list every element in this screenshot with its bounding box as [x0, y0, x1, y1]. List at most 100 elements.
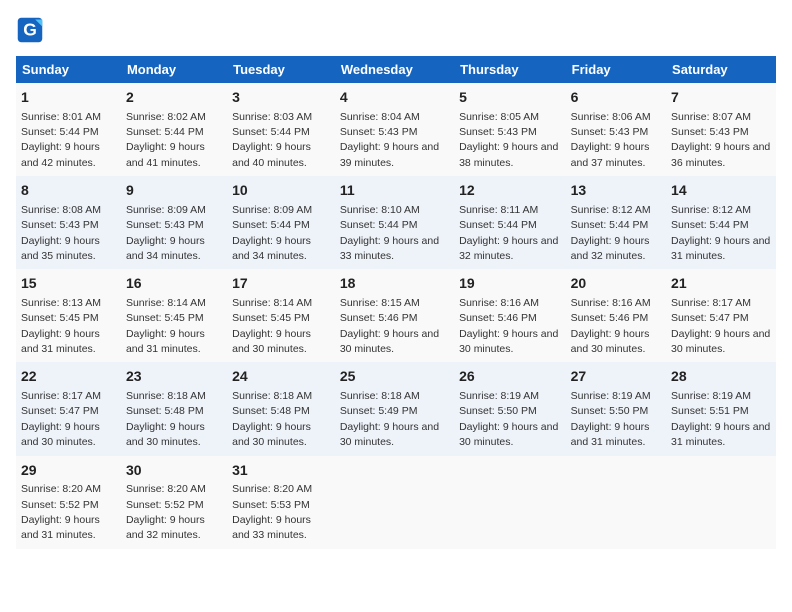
day-cell: 18Sunrise: 8:15 AM Sunset: 5:46 PM Dayli…: [335, 269, 454, 362]
day-number: 28: [671, 367, 771, 387]
day-info: Sunrise: 8:01 AM Sunset: 5:44 PM Dayligh…: [21, 111, 101, 169]
week-row-2: 8 Sunrise: 8:08 AM Sunset: 5:43 PM Daylig…: [16, 176, 776, 269]
day-info: Sunrise: 8:18 AM Sunset: 5:48 PM Dayligh…: [126, 390, 206, 448]
logo: G: [16, 16, 48, 44]
day-info: Sunrise: 8:05 AM Sunset: 5:43 PM Dayligh…: [459, 111, 558, 169]
day-info: Sunrise: 8:18 AM Sunset: 5:49 PM Dayligh…: [340, 390, 439, 448]
day-number: 29: [21, 461, 116, 481]
header-row: SundayMondayTuesdayWednesdayThursdayFrid…: [16, 56, 776, 83]
day-cell: 6 Sunrise: 8:06 AM Sunset: 5:43 PM Daylig…: [566, 83, 666, 176]
day-info: Sunrise: 8:02 AM Sunset: 5:44 PM Dayligh…: [126, 111, 206, 169]
day-cell: 5 Sunrise: 8:05 AM Sunset: 5:43 PM Daylig…: [454, 83, 566, 176]
day-number: 17: [232, 274, 330, 294]
day-number: 19: [459, 274, 561, 294]
day-info: Sunrise: 8:20 AM Sunset: 5:52 PM Dayligh…: [126, 483, 206, 541]
day-number: 3: [232, 88, 330, 108]
day-cell: 9 Sunrise: 8:09 AM Sunset: 5:43 PM Daylig…: [121, 176, 227, 269]
day-number: 24: [232, 367, 330, 387]
calendar-table: SundayMondayTuesdayWednesdayThursdayFrid…: [16, 56, 776, 549]
day-info: Sunrise: 8:19 AM Sunset: 5:50 PM Dayligh…: [459, 390, 558, 448]
day-number: 5: [459, 88, 561, 108]
day-cell: 11 Sunrise: 8:10 AM Sunset: 5:44 PM Dayli…: [335, 176, 454, 269]
day-info: Sunrise: 8:14 AM Sunset: 5:45 PM Dayligh…: [126, 297, 206, 355]
day-cell: 27 Sunrise: 8:19 AM Sunset: 5:50 PM Dayli…: [566, 362, 666, 455]
day-number: 30: [126, 461, 222, 481]
col-header-thursday: Thursday: [454, 56, 566, 83]
day-number: 1: [21, 88, 116, 108]
day-number: 2: [126, 88, 222, 108]
logo-icon: G: [16, 16, 44, 44]
day-cell: 31Sunrise: 8:20 AM Sunset: 5:53 PM Dayli…: [227, 456, 335, 549]
week-row-3: 15Sunrise: 8:13 AM Sunset: 5:45 PM Dayli…: [16, 269, 776, 362]
day-info: Sunrise: 8:20 AM Sunset: 5:52 PM Dayligh…: [21, 483, 101, 541]
day-number: 23: [126, 367, 222, 387]
day-info: Sunrise: 8:20 AM Sunset: 5:53 PM Dayligh…: [232, 483, 312, 541]
day-cell: [335, 456, 454, 549]
day-number: 26: [459, 367, 561, 387]
day-cell: 2 Sunrise: 8:02 AM Sunset: 5:44 PM Daylig…: [121, 83, 227, 176]
col-header-friday: Friday: [566, 56, 666, 83]
day-info: Sunrise: 8:16 AM Sunset: 5:46 PM Dayligh…: [459, 297, 558, 355]
day-cell: [566, 456, 666, 549]
day-cell: 22Sunrise: 8:17 AM Sunset: 5:47 PM Dayli…: [16, 362, 121, 455]
day-info: Sunrise: 8:06 AM Sunset: 5:43 PM Dayligh…: [571, 111, 651, 169]
day-cell: 7Sunrise: 8:07 AM Sunset: 5:43 PM Daylig…: [666, 83, 776, 176]
day-number: 14: [671, 181, 771, 201]
col-header-wednesday: Wednesday: [335, 56, 454, 83]
day-number: 16: [126, 274, 222, 294]
day-info: Sunrise: 8:10 AM Sunset: 5:44 PM Dayligh…: [340, 204, 439, 262]
day-info: Sunrise: 8:14 AM Sunset: 5:45 PM Dayligh…: [232, 297, 312, 355]
day-number: 15: [21, 274, 116, 294]
day-cell: 24 Sunrise: 8:18 AM Sunset: 5:48 PM Dayli…: [227, 362, 335, 455]
day-cell: 23 Sunrise: 8:18 AM Sunset: 5:48 PM Dayli…: [121, 362, 227, 455]
page-header: G: [16, 16, 776, 44]
day-number: 12: [459, 181, 561, 201]
day-cell: 28 Sunrise: 8:19 AM Sunset: 5:51 PM Dayli…: [666, 362, 776, 455]
col-header-sunday: Sunday: [16, 56, 121, 83]
day-cell: 12Sunrise: 8:11 AM Sunset: 5:44 PM Dayli…: [454, 176, 566, 269]
day-number: 21: [671, 274, 771, 294]
day-cell: 3Sunrise: 8:03 AM Sunset: 5:44 PM Daylig…: [227, 83, 335, 176]
day-cell: 15Sunrise: 8:13 AM Sunset: 5:45 PM Dayli…: [16, 269, 121, 362]
day-cell: [666, 456, 776, 549]
day-cell: 8 Sunrise: 8:08 AM Sunset: 5:43 PM Daylig…: [16, 176, 121, 269]
col-header-monday: Monday: [121, 56, 227, 83]
day-number: 20: [571, 274, 661, 294]
day-cell: 14 Sunrise: 8:12 AM Sunset: 5:44 PM Dayli…: [666, 176, 776, 269]
day-cell: 20Sunrise: 8:16 AM Sunset: 5:46 PM Dayli…: [566, 269, 666, 362]
day-info: Sunrise: 8:12 AM Sunset: 5:44 PM Dayligh…: [671, 204, 770, 262]
day-cell: 13 Sunrise: 8:12 AM Sunset: 5:44 PM Dayli…: [566, 176, 666, 269]
day-number: 9: [126, 181, 222, 201]
day-cell: 25Sunrise: 8:18 AM Sunset: 5:49 PM Dayli…: [335, 362, 454, 455]
day-info: Sunrise: 8:09 AM Sunset: 5:44 PM Dayligh…: [232, 204, 312, 262]
day-number: 13: [571, 181, 661, 201]
day-info: Sunrise: 8:19 AM Sunset: 5:51 PM Dayligh…: [671, 390, 770, 448]
day-cell: 21Sunrise: 8:17 AM Sunset: 5:47 PM Dayli…: [666, 269, 776, 362]
day-cell: 30Sunrise: 8:20 AM Sunset: 5:52 PM Dayli…: [121, 456, 227, 549]
day-number: 31: [232, 461, 330, 481]
day-cell: 16 Sunrise: 8:14 AM Sunset: 5:45 PM Dayli…: [121, 269, 227, 362]
day-info: Sunrise: 8:19 AM Sunset: 5:50 PM Dayligh…: [571, 390, 651, 448]
day-number: 11: [340, 181, 449, 201]
day-info: Sunrise: 8:18 AM Sunset: 5:48 PM Dayligh…: [232, 390, 312, 448]
svg-text:G: G: [23, 19, 37, 39]
day-number: 8: [21, 181, 116, 201]
day-number: 22: [21, 367, 116, 387]
day-number: 27: [571, 367, 661, 387]
col-header-saturday: Saturday: [666, 56, 776, 83]
day-info: Sunrise: 8:15 AM Sunset: 5:46 PM Dayligh…: [340, 297, 439, 355]
day-info: Sunrise: 8:07 AM Sunset: 5:43 PM Dayligh…: [671, 111, 770, 169]
day-number: 4: [340, 88, 449, 108]
col-header-tuesday: Tuesday: [227, 56, 335, 83]
day-cell: 1 Sunrise: 8:01 AM Sunset: 5:44 PM Daylig…: [16, 83, 121, 176]
day-cell: 29Sunrise: 8:20 AM Sunset: 5:52 PM Dayli…: [16, 456, 121, 549]
day-info: Sunrise: 8:08 AM Sunset: 5:43 PM Dayligh…: [21, 204, 101, 262]
day-cell: 10Sunrise: 8:09 AM Sunset: 5:44 PM Dayli…: [227, 176, 335, 269]
day-cell: 4 Sunrise: 8:04 AM Sunset: 5:43 PM Daylig…: [335, 83, 454, 176]
day-info: Sunrise: 8:04 AM Sunset: 5:43 PM Dayligh…: [340, 111, 439, 169]
day-info: Sunrise: 8:09 AM Sunset: 5:43 PM Dayligh…: [126, 204, 206, 262]
day-cell: 26 Sunrise: 8:19 AM Sunset: 5:50 PM Dayli…: [454, 362, 566, 455]
day-number: 6: [571, 88, 661, 108]
day-info: Sunrise: 8:12 AM Sunset: 5:44 PM Dayligh…: [571, 204, 651, 262]
day-cell: 17 Sunrise: 8:14 AM Sunset: 5:45 PM Dayli…: [227, 269, 335, 362]
